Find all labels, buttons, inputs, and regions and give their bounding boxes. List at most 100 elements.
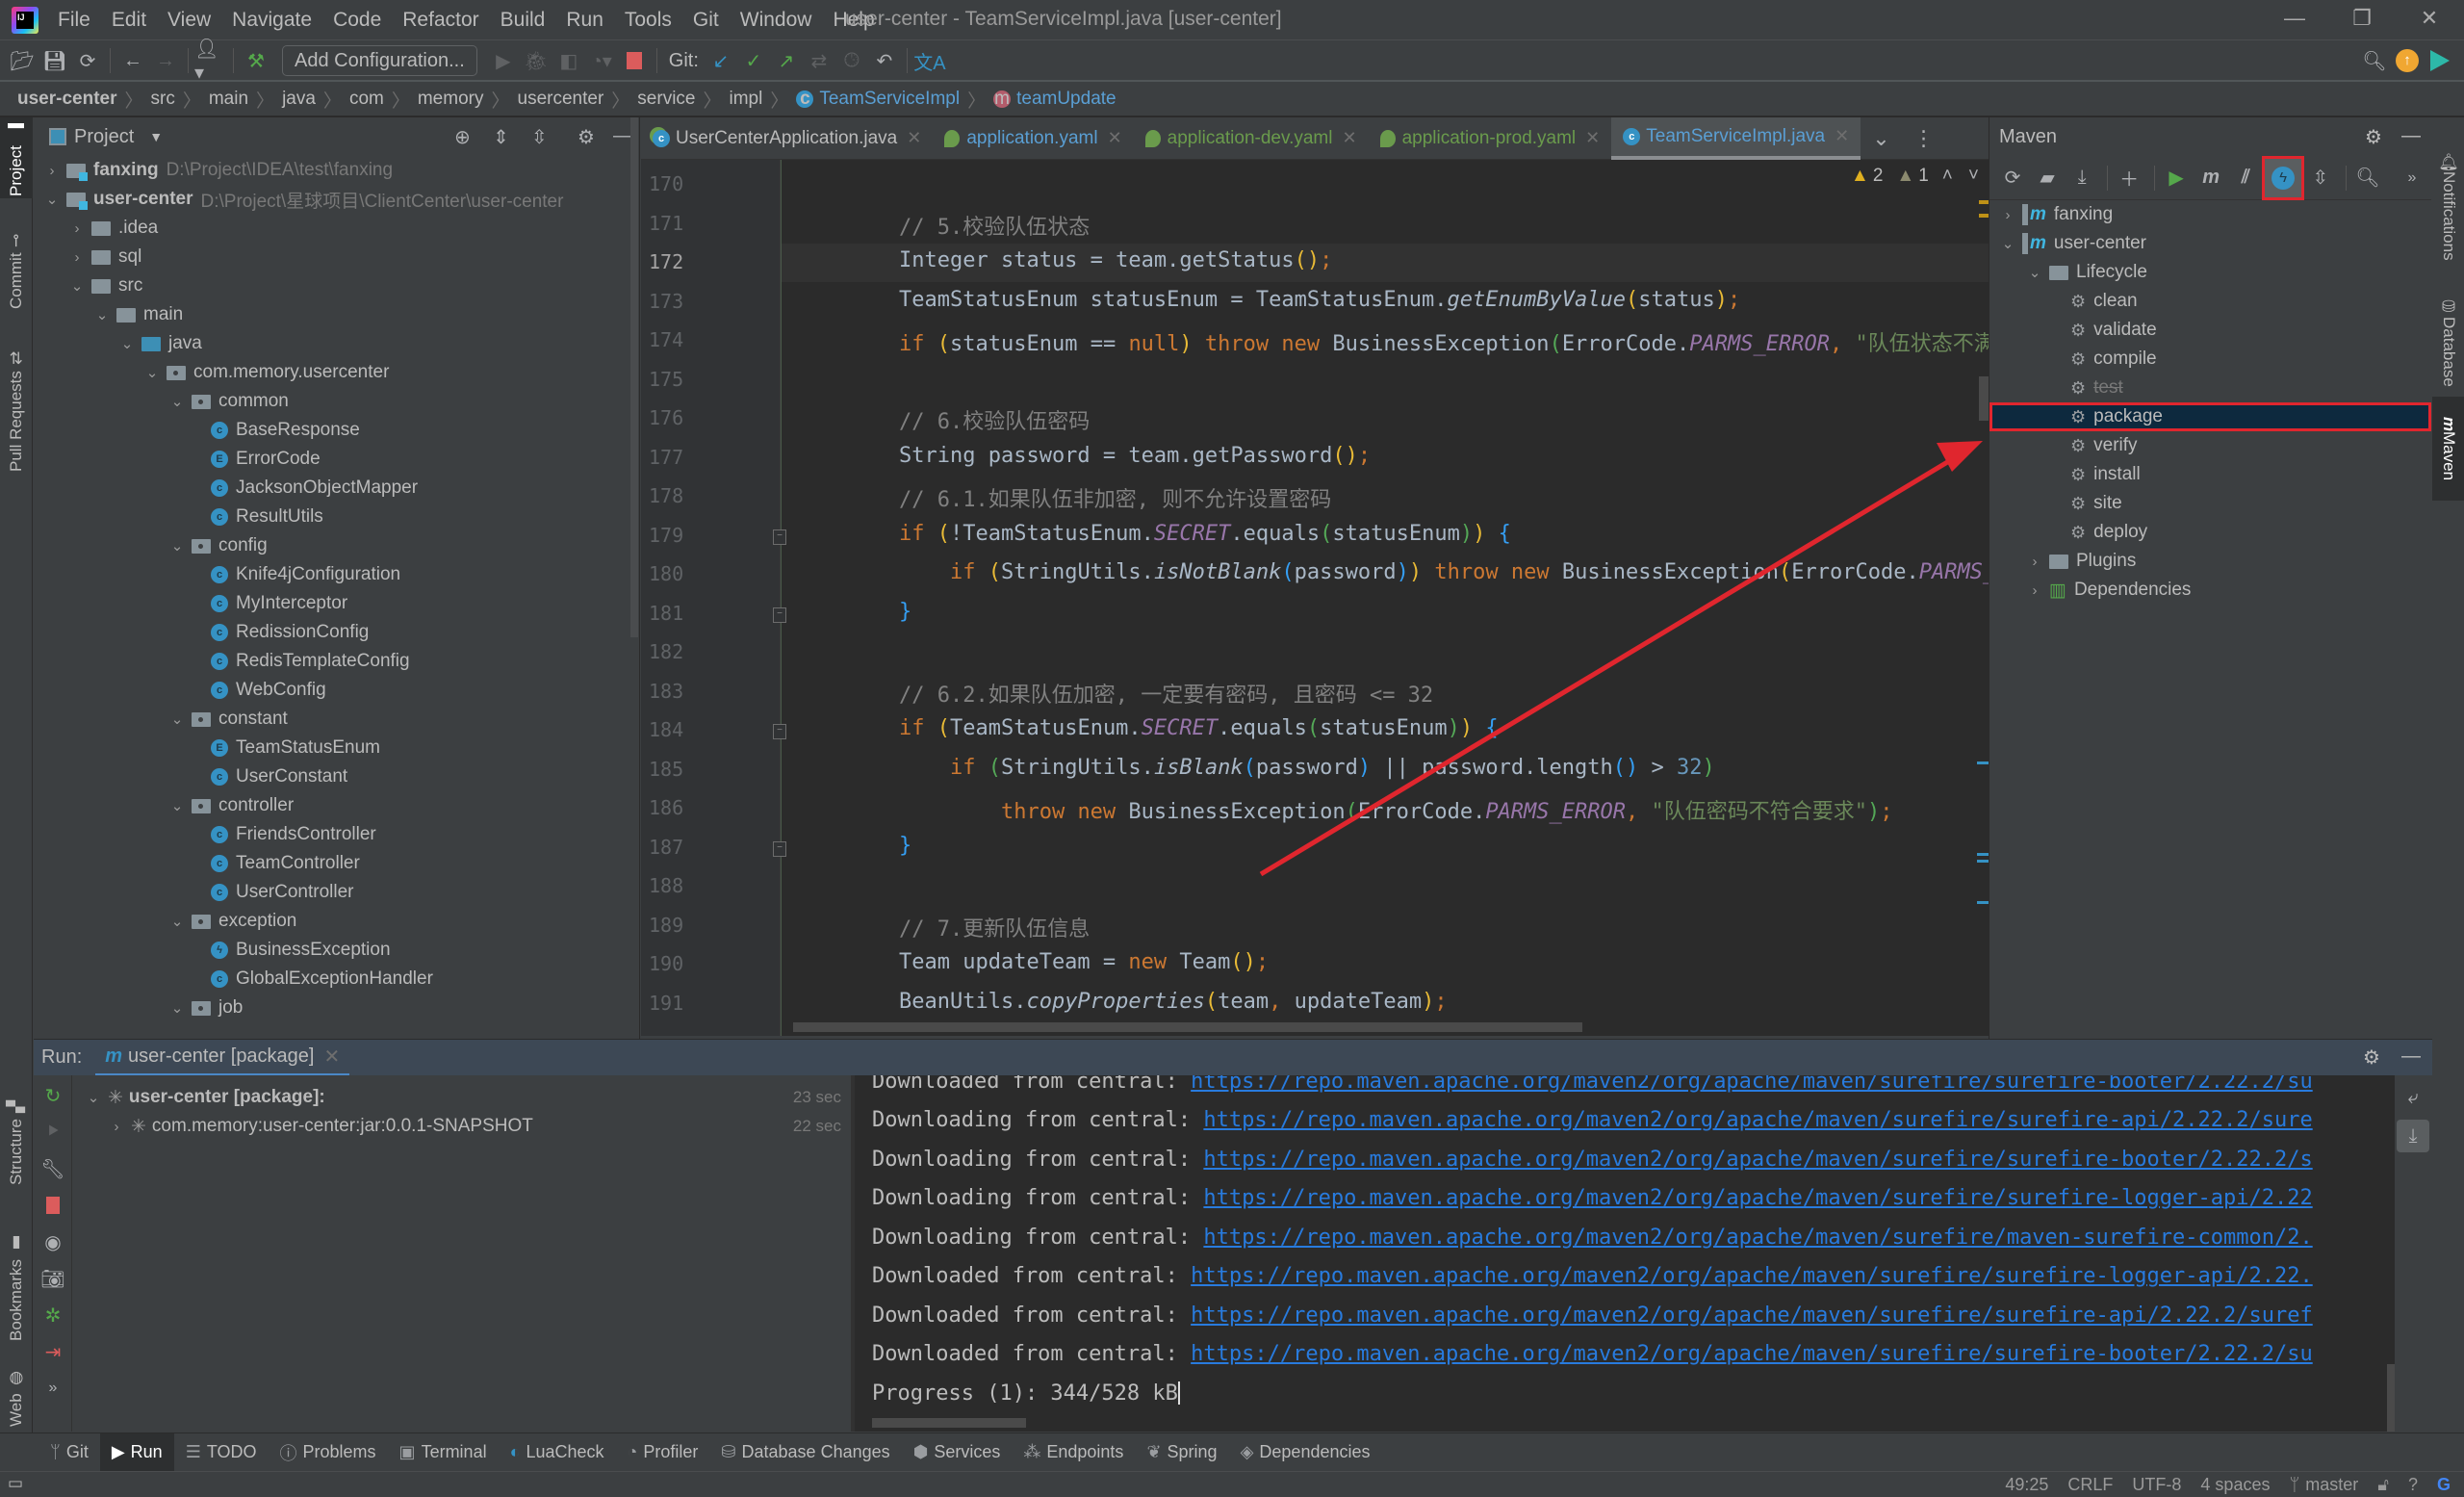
project-tree-item[interactable]: ⌄ controller (34, 791, 639, 820)
breadcrumb-item[interactable]: src (151, 89, 175, 110)
project-tree-item[interactable]: c Knife4jConfiguration (34, 560, 639, 589)
more-icon[interactable]: » (37, 1372, 69, 1405)
view-icon[interactable]: ◉ (37, 1226, 69, 1258)
project-tree-item[interactable]: ⌄ constant (34, 705, 639, 734)
sync-icon[interactable]: ⟳ (71, 44, 104, 77)
chevron-down-icon[interactable]: ⌄ (168, 797, 186, 814)
tool-window-web[interactable]: Web ◍ (0, 1364, 33, 1432)
gear-icon[interactable]: ⚙ (578, 125, 595, 149)
generate-sources-icon[interactable]: ▰ (2032, 162, 2063, 194)
chevron-right-icon[interactable]: › (108, 1119, 125, 1135)
code-line[interactable]: // 5.校验队伍状态 (899, 210, 1090, 241)
forward-icon[interactable]: → (149, 44, 182, 77)
run-tab[interactable]: m user-center [package] ✕ (95, 1040, 350, 1076)
tool-problems[interactable]: ⓘ Problems (269, 1433, 388, 1472)
breadcrumb-item[interactable]: impl (730, 89, 763, 110)
project-tree-item[interactable]: c MyInterceptor (34, 589, 639, 618)
git-branch[interactable]: master (2305, 1475, 2358, 1495)
chevron-down-icon[interactable]: ⌄ (143, 364, 161, 381)
stop-icon[interactable] (618, 44, 651, 77)
indent-setting[interactable]: 4 spaces (2200, 1475, 2270, 1495)
code-line[interactable]: } (899, 834, 911, 858)
debug-icon[interactable]: ✲ (37, 1299, 69, 1331)
code-line[interactable]: // 7.更新队伍信息 (899, 912, 1090, 942)
chevron-down-icon[interactable]: ⌄ (168, 393, 186, 410)
breadcrumb-item[interactable]: user-center (17, 89, 117, 110)
toggle-tool-windows-icon[interactable]: ▭ (8, 1474, 23, 1493)
add-icon[interactable]: ＋ (2114, 162, 2144, 194)
toggle-tasks-icon[interactable]: ⯈ (37, 1116, 69, 1149)
git-update-icon[interactable]: ↙ (705, 44, 737, 77)
code-line[interactable]: throw new BusinessException(ErrorCode.PA… (899, 794, 1893, 825)
git-push-icon[interactable]: ↗ (770, 44, 803, 77)
add-configuration-button[interactable]: Add Configuration... (282, 45, 477, 76)
maven-goal-clean[interactable]: ⚙ clean (1989, 287, 2431, 316)
hide-icon[interactable]: — (613, 125, 632, 147)
run-tree-row[interactable]: › ✳ com.memory:user-center:jar:0.0.1-SNA… (73, 1112, 851, 1141)
collapse-all-icon[interactable]: ⇳ (531, 125, 548, 149)
expand-all-icon[interactable]: ⇕ (493, 125, 509, 149)
tool-terminal[interactable]: ▣ Terminal (388, 1433, 499, 1472)
fold-icon[interactable]: − (773, 529, 786, 545)
reload-icon[interactable]: ⟳ (1997, 162, 2028, 194)
fold-icon[interactable]: − (773, 724, 786, 739)
maven-tree-item[interactable]: ⌄ Lifecycle (1989, 258, 2431, 287)
chevron-down-icon[interactable]: ▼ (149, 129, 163, 144)
caret-position[interactable]: 49:25 (2005, 1475, 2048, 1495)
restore-button[interactable]: ❐ (2333, 6, 2391, 35)
code-line[interactable]: // 6.2.如果队伍加密, 一定要有密码, 且密码 <= 32 (899, 678, 1433, 709)
execute-goal-icon[interactable]: m (2195, 162, 2226, 194)
console-output[interactable]: Downloaded from central: https://repo.ma… (855, 1075, 2395, 1432)
back-icon[interactable]: ← (116, 44, 149, 77)
scroll-to-end-icon[interactable]: ⤓ (2397, 1120, 2429, 1152)
stop-icon[interactable] (37, 1189, 69, 1222)
inspection-widget[interactable]: ▲ 2 ▲ 1 ˄ ˅ (1851, 166, 1979, 187)
build-hammer-icon[interactable]: ⚒ (240, 44, 272, 77)
project-tree-item[interactable]: › .idea (34, 214, 639, 243)
code-line[interactable]: } (899, 600, 911, 624)
breadcrumb-item[interactable]: teamUpdate (1016, 89, 1116, 110)
camera-icon[interactable]: 📷︎ (37, 1262, 69, 1295)
update-icon[interactable]: ↑ (2391, 44, 2424, 77)
maven-goal-compile[interactable]: ⚙ compile (1989, 345, 2431, 374)
menu-window[interactable]: Window (740, 9, 812, 32)
project-tree-item[interactable]: ⌄ exception (34, 907, 639, 936)
hide-icon[interactable]: — (2401, 1045, 2421, 1068)
tool-window-maven[interactable]: m Maven (2432, 397, 2464, 501)
breadcrumb-item[interactable]: memory (418, 89, 484, 110)
console-link[interactable]: https://repo.maven.apache.org/maven2/org… (1203, 1148, 2312, 1172)
menu-tools[interactable]: Tools (625, 9, 672, 32)
breadcrumb-item[interactable]: usercenter (518, 89, 604, 110)
close-tab-icon[interactable]: ✕ (1585, 128, 1600, 148)
tool-window-project[interactable]: Project ▬ (0, 117, 33, 198)
breadcrumb-item[interactable]: java (282, 89, 316, 110)
debug-disabled-icon[interactable]: 🐞︎ (520, 44, 552, 77)
chevron-right-icon[interactable]: › (68, 220, 86, 237)
tab-teamserviceimpl[interactable]: c TeamServiceImpl.java ✕ (1611, 116, 1861, 160)
download-icon[interactable]: ⤓ (2066, 162, 2097, 194)
soft-wrap-icon[interactable]: ⤶ (2397, 1081, 2429, 1114)
maven-goal-verify[interactable]: ⚙ verify (1989, 431, 2431, 460)
project-tree-item[interactable]: ⌄ job (34, 994, 639, 1022)
project-tree-item[interactable]: c RedisTemplateConfig (34, 647, 639, 676)
close-tab-icon[interactable]: ✕ (1108, 128, 1122, 148)
chevron-down-icon[interactable]: ⌄ (168, 913, 186, 930)
tool-services[interactable]: ⬢ Services (902, 1433, 1013, 1472)
user-icon[interactable]: 👤︎▾ (194, 39, 227, 84)
code-line[interactable]: if (StringUtils.isBlank(password) || pas… (899, 756, 1715, 780)
wrench-icon[interactable]: 🔧︎ (37, 1152, 69, 1185)
maven-goal-package[interactable]: ⚙ package (1989, 402, 2431, 431)
git-commit-icon[interactable]: ✓ (737, 44, 770, 77)
project-tree-item[interactable]: c UserConstant (34, 762, 639, 791)
breadcrumb-item[interactable]: TeamServiceImpl (819, 89, 960, 110)
tool-window-structure[interactable]: Structure ▞ (0, 1080, 33, 1205)
gear-icon[interactable]: ⚙ (2365, 125, 2382, 149)
menu-code[interactable]: Code (333, 9, 381, 32)
chevron-down-icon[interactable]: ⌄ (85, 1089, 102, 1106)
tool-window-commit[interactable]: Commit ⊸ (0, 223, 33, 320)
menu-navigate[interactable]: Navigate (232, 9, 312, 32)
change-marker[interactable] (1977, 860, 1989, 863)
project-tree-item[interactable]: c GlobalExceptionHandler (34, 965, 639, 994)
project-tree-item[interactable]: ⌄ src (34, 271, 639, 300)
gear-icon[interactable]: ⚙ (2363, 1045, 2380, 1070)
